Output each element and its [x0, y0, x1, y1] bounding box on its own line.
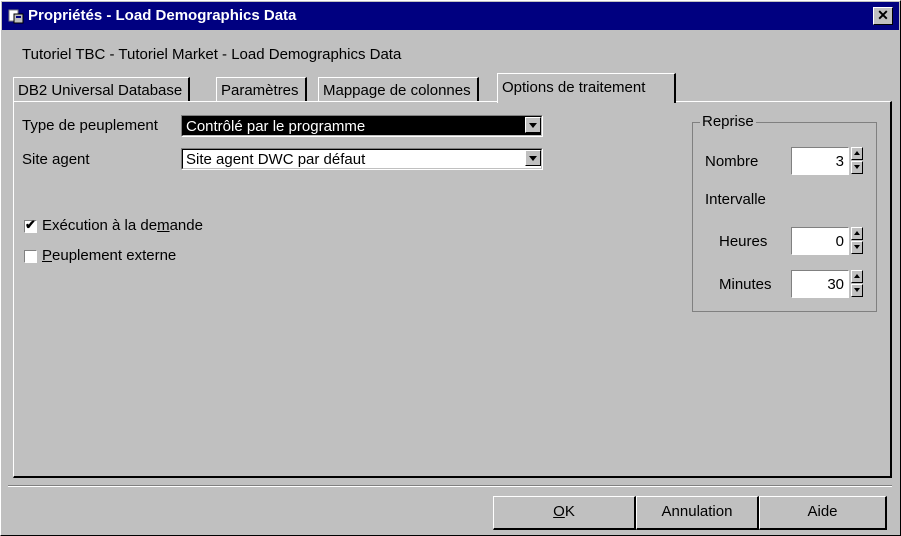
population-type-select[interactable]: Contrôlé par le programme	[181, 115, 543, 137]
hours-spinner[interactable]	[851, 227, 863, 255]
cancel-button[interactable]: Annulation	[636, 496, 759, 530]
on-demand-label-part: Exécution à la de	[42, 217, 158, 234]
external-population-mnemonic: P	[42, 247, 53, 264]
count-label: Nombre	[705, 153, 759, 170]
title-bar[interactable]: Propriétés - Load Demographics Data	[2, 2, 899, 30]
hours-label: Heures	[719, 233, 768, 250]
agent-site-dropdown-button[interactable]	[525, 150, 541, 166]
hours-decrement-button[interactable]	[851, 241, 863, 254]
arrow-up-icon	[854, 231, 860, 235]
window-title: Propriétés - Load Demographics Data	[28, 7, 297, 24]
arrow-up-icon	[854, 151, 860, 155]
on-demand-label-part: ande	[169, 217, 203, 234]
external-population-label[interactable]: Peuplement externe	[42, 247, 176, 264]
object-path: Tutoriel TBC - Tutoriel Market - Load De…	[22, 46, 402, 63]
hours-input[interactable]: 0	[791, 227, 849, 255]
chevron-down-icon	[529, 156, 537, 161]
hours-value: 0	[835, 233, 844, 250]
population-type-value: Contrôlé par le programme	[186, 118, 366, 135]
tab-db2-universal-database[interactable]: DB2 Universal Database	[13, 77, 191, 101]
close-icon: ✕	[877, 7, 889, 23]
ok-mnemonic: O	[553, 503, 565, 520]
minutes-input[interactable]: 30	[791, 270, 849, 298]
on-demand-checkbox[interactable]: ✔	[24, 217, 37, 233]
retry-group-title: Reprise	[700, 113, 756, 130]
population-type-dropdown-button[interactable]	[525, 117, 541, 133]
minutes-label: Minutes	[719, 276, 772, 293]
count-input[interactable]: 3	[791, 147, 849, 175]
count-decrement-button[interactable]	[851, 161, 863, 174]
hours-increment-button[interactable]	[851, 227, 863, 240]
footer-separator	[8, 485, 892, 487]
close-button[interactable]: ✕	[873, 7, 893, 25]
agent-site-select[interactable]: Site agent DWC par défaut	[181, 148, 543, 170]
ok-label-part: K	[564, 503, 575, 520]
chevron-down-icon	[529, 123, 537, 128]
agent-site-label: Site agent	[22, 151, 90, 168]
help-button[interactable]: Aide	[759, 496, 887, 530]
population-type-label: Type de peuplement	[22, 117, 158, 134]
arrow-up-icon	[854, 274, 860, 278]
agent-site-value: Site agent DWC par défaut	[186, 151, 366, 168]
tab-options-de-traitement[interactable]: Options de traitement	[497, 73, 676, 103]
on-demand-label[interactable]: Exécution à la demande	[42, 217, 203, 234]
properties-window-icon	[8, 9, 24, 24]
external-population-label-part: euplement externe	[52, 247, 177, 264]
minutes-value: 30	[827, 276, 844, 293]
arrow-down-icon	[854, 165, 860, 169]
arrow-down-icon	[854, 245, 860, 249]
external-population-checkbox[interactable]	[24, 250, 37, 263]
minutes-increment-button[interactable]	[851, 270, 863, 283]
count-value: 3	[835, 153, 844, 170]
tab-mappage-de-colonnes[interactable]: Mappage de colonnes	[318, 77, 479, 101]
minutes-spinner[interactable]	[851, 270, 863, 298]
checkmark-icon: ✔	[25, 217, 36, 232]
tab-parametres[interactable]: Paramètres	[216, 77, 307, 101]
interval-label: Intervalle	[705, 191, 766, 208]
arrow-down-icon	[854, 288, 860, 292]
on-demand-mnemonic: m	[157, 217, 170, 234]
ok-button[interactable]: OK	[493, 496, 636, 530]
count-increment-button[interactable]	[851, 147, 863, 160]
count-spinner[interactable]	[851, 147, 863, 175]
minutes-decrement-button[interactable]	[851, 284, 863, 297]
